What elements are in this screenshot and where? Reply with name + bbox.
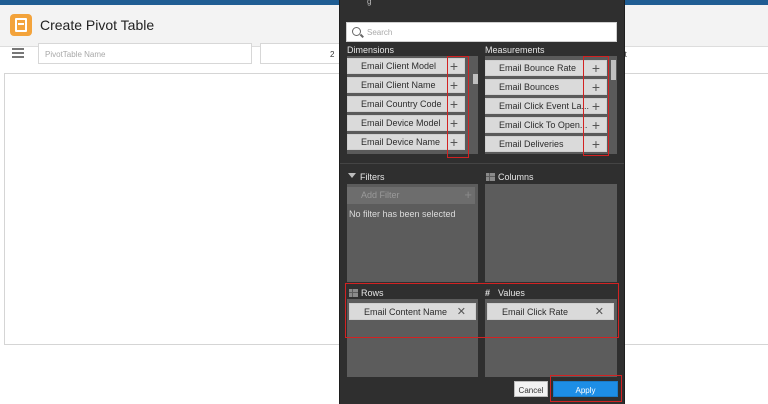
divider	[340, 163, 624, 164]
list-icon[interactable]	[12, 48, 24, 60]
pivot-canvas-right	[620, 73, 768, 345]
highlight-apply	[550, 375, 622, 402]
background-field[interactable]	[260, 43, 340, 64]
dimensions-scrollbar[interactable]	[473, 56, 478, 154]
add-icon[interactable]: +	[464, 187, 472, 202]
dialog-title: g	[367, 0, 372, 6]
measurements-scrollbar[interactable]	[611, 56, 616, 154]
highlight-rows-values	[345, 283, 619, 338]
pivot-canvas	[4, 73, 341, 345]
search-icon	[352, 27, 361, 36]
search-field[interactable]	[346, 22, 617, 42]
search-input[interactable]	[367, 25, 607, 39]
measurements-label: Measurements	[485, 45, 545, 55]
filters-label: Filters	[360, 172, 385, 182]
page-title: Create Pivot Table	[40, 17, 155, 33]
columns-icon	[486, 173, 495, 181]
filter-icon	[348, 173, 356, 178]
no-filter-text: No filter has been selected	[349, 209, 456, 219]
cancel-button[interactable]: Cancel	[514, 381, 548, 397]
pivot-table-icon	[10, 14, 32, 36]
add-filter-button[interactable]: Add Filter +	[347, 187, 475, 204]
background-number: 2	[330, 50, 335, 59]
highlight-measurements-add	[583, 56, 609, 156]
highlight-dimensions-add	[447, 56, 469, 158]
pivot-name-field[interactable]: PivotTable Name	[38, 43, 252, 64]
columns-label: Columns	[498, 172, 534, 182]
dimensions-label: Dimensions	[347, 45, 395, 55]
columns-dropzone[interactable]	[485, 184, 617, 282]
